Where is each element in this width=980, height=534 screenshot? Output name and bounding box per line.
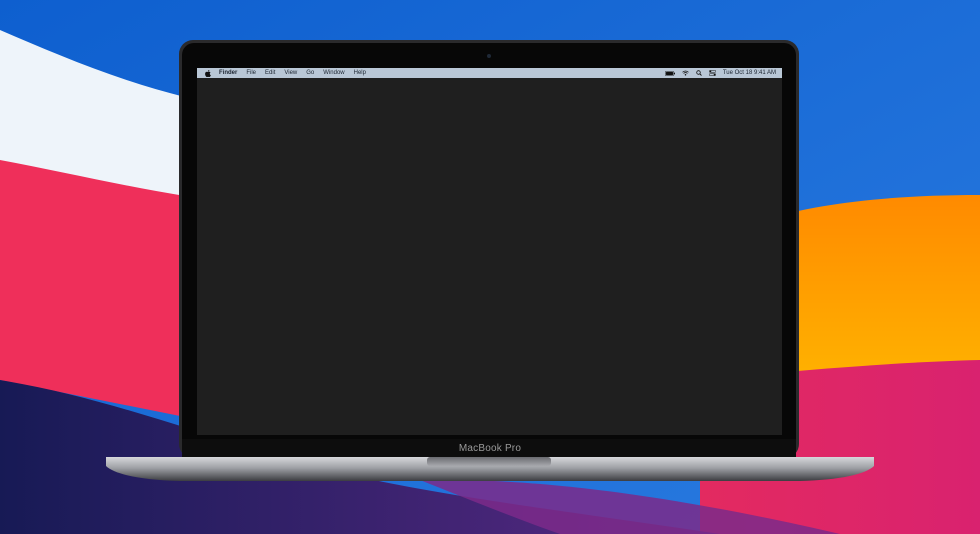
menu-go[interactable]: Go xyxy=(306,68,314,78)
wifi-icon[interactable] xyxy=(682,70,689,76)
menu-clock[interactable]: Tue Oct 18 9:41 AM xyxy=(723,68,776,78)
menu-app-name[interactable]: Finder xyxy=(219,68,237,78)
menu-help[interactable]: Help xyxy=(354,68,366,78)
menu-view[interactable]: View xyxy=(284,68,297,78)
apple-icon[interactable] xyxy=(204,69,211,77)
desktop-screen xyxy=(197,78,782,435)
status-area: Tue Oct 18 9:41 AM xyxy=(664,68,782,78)
control-center-icon[interactable] xyxy=(708,70,716,76)
menu-file[interactable]: File xyxy=(246,68,256,78)
camera xyxy=(487,54,491,58)
device-model-label: MacBook Pro xyxy=(458,443,522,454)
search-icon[interactable] xyxy=(696,70,702,76)
battery-icon[interactable] xyxy=(664,70,675,76)
menu-edit[interactable]: Edit xyxy=(265,68,275,78)
laptop-notch xyxy=(427,457,551,466)
menu-window[interactable]: Window xyxy=(323,68,344,78)
menu-bar: Finder File Edit View Go Window Help Tue… xyxy=(197,68,782,78)
